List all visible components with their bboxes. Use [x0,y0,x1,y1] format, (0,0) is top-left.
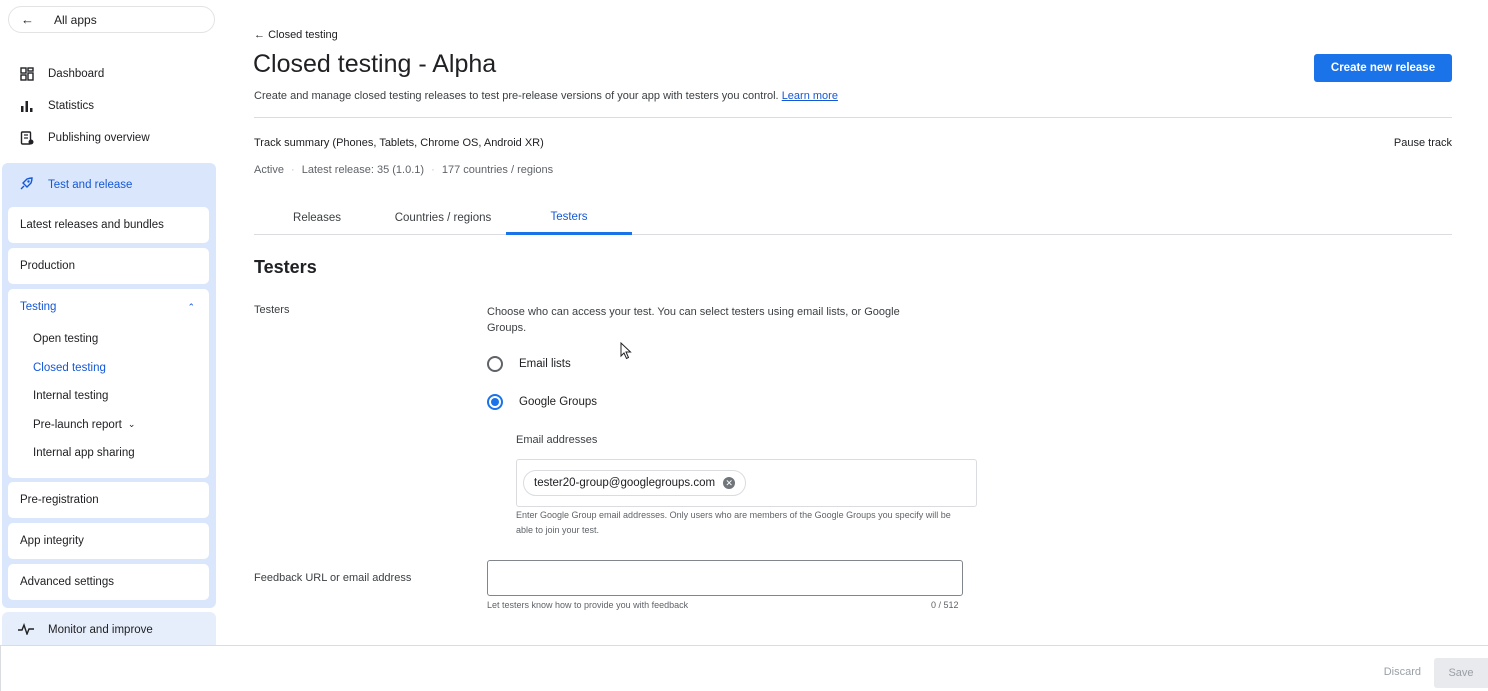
feedback-char-count: 0 / 512 [931,600,959,610]
tab-countries-regions[interactable]: Countries / regions [380,201,506,235]
sidebar-item-label: Dashboard [48,68,105,80]
back-arrow-icon: ← [21,12,34,27]
sidebar-item-pre-registration[interactable]: Pre-registration [8,482,209,518]
breadcrumb-label: Closed testing [268,29,338,41]
mouse-cursor-icon [620,341,632,365]
page-subtitle: Create and manage closed testing release… [254,90,838,102]
email-addresses-input[interactable]: tester20-group@googlegroups.com ✕ [516,459,977,507]
sidebar-item-latest-releases[interactable]: Latest releases and bundles [8,207,209,243]
sidebar-item-label: App integrity [20,535,84,547]
feedback-label: Feedback URL or email address [254,572,412,584]
sidebar-item-label: Statistics [48,100,95,112]
chevron-down-icon: ⌄ [127,419,136,430]
rocket-icon [18,176,36,195]
main-content: ← Closed testing Closed testing - Alpha … [228,5,1488,645]
sidebar-item-statistics[interactable]: Statistics [0,90,222,122]
track-status-line: Active · Latest release: 35 (1.0.1) · 17… [254,164,554,176]
statistics-icon [18,97,36,115]
sidebar-top-nav: Dashboard Statistics Publishing overview [0,58,222,154]
chevron-up-icon: ⌃ [187,301,195,312]
sidebar: ← All apps Dashboard Statistics Publishi… [0,0,222,648]
radio-google-groups[interactable]: Google Groups [487,394,597,410]
sidebar-item-test-and-release[interactable]: Test and release [2,163,216,207]
divider [254,117,1452,118]
sidebar-item-label: Monitor and improve [48,624,153,636]
all-apps-button[interactable]: ← All apps [8,6,215,33]
tab-releases[interactable]: Releases [254,201,380,235]
all-apps-label: All apps [54,12,97,27]
sidebar-item-app-integrity[interactable]: App integrity [8,523,209,559]
sidebar-item-label: Latest releases and bundles [20,219,164,231]
sidebar-subitem-internal-testing[interactable]: Internal testing [8,382,209,411]
email-helper-text: Enter Google Group email addresses. Only… [516,510,951,535]
page-title: Closed testing - Alpha [253,50,497,78]
radio-email-lists[interactable]: Email lists [487,356,571,372]
publishing-icon [18,129,36,147]
tab-bar: Releases Countries / regions Testers [254,201,1452,235]
subtitle-text: Create and manage closed testing release… [254,90,779,102]
discard-button[interactable]: Discard [1384,666,1421,678]
back-arrow-icon: ← [254,29,269,41]
sidebar-subitem-open-testing[interactable]: Open testing [8,325,209,354]
section-title: Test and release [48,179,133,191]
sidebar-item-label: Testing [20,301,57,313]
sidebar-item-testing[interactable]: Testing ⌃ Open testing Closed testing In… [8,289,209,478]
testers-description: Choose who can access your test. You can… [487,306,900,334]
track-status: Active [254,164,284,176]
test-and-release-section: Test and release Latest releases and bun… [2,163,216,608]
radio-label: Email lists [519,358,571,370]
testers-heading: Testers [254,257,317,277]
email-addresses-label: Email addresses [516,434,598,446]
footer-bar: Discard Save [0,645,1488,691]
sidebar-item-label: Pre-launch report [33,418,122,431]
sidebar-item-publishing-overview[interactable]: Publishing overview [0,122,222,154]
sidebar-item-dashboard[interactable]: Dashboard [0,58,222,90]
chip-label: tester20-group@googlegroups.com [534,477,716,489]
sidebar-item-monitor-and-improve[interactable]: Monitor and improve [2,612,216,648]
tab-testers[interactable]: Testers [506,201,632,235]
countries-count: 177 countries / regions [441,164,554,176]
radio-label: Google Groups [519,396,597,408]
radio-circle-selected[interactable] [487,394,503,410]
breadcrumb-back-link[interactable]: ← Closed testing [254,29,338,41]
sidebar-item-label: Pre-registration [20,494,99,506]
sidebar-subitem-closed-testing[interactable]: Closed testing [8,354,209,383]
learn-more-link[interactable]: Learn more [782,90,838,102]
dashboard-icon [18,65,36,83]
track-summary-title: Track summary (Phones, Tablets, Chrome O… [254,137,544,149]
testing-header[interactable]: Testing ⌃ [8,289,209,325]
email-chip[interactable]: tester20-group@googlegroups.com ✕ [523,470,747,496]
sidebar-item-production[interactable]: Production [8,248,209,284]
feedback-input[interactable] [487,560,963,596]
remove-chip-icon[interactable]: ✕ [723,477,736,489]
pause-track-button[interactable]: Pause track [1394,137,1452,149]
latest-release: Latest release: 35 (1.0.1) [301,164,425,176]
sidebar-item-label: Production [20,260,75,272]
radio-circle[interactable] [487,356,503,372]
sidebar-item-label: Advanced settings [20,576,114,588]
sidebar-item-label: Publishing overview [48,132,150,144]
create-new-release-button[interactable]: Create new release [1314,54,1452,82]
sidebar-subitem-internal-app-sharing[interactable]: Internal app sharing [8,439,209,468]
sidebar-subitem-pre-launch-report[interactable]: Pre-launch report ⌄ [8,411,209,440]
sidebar-item-advanced-settings[interactable]: Advanced settings [8,564,209,600]
testers-row-label: Testers [254,304,290,316]
save-button[interactable]: Save [1434,658,1488,688]
feedback-helper-text: Let testers know how to provide you with… [487,600,689,610]
pulse-icon [18,622,36,638]
